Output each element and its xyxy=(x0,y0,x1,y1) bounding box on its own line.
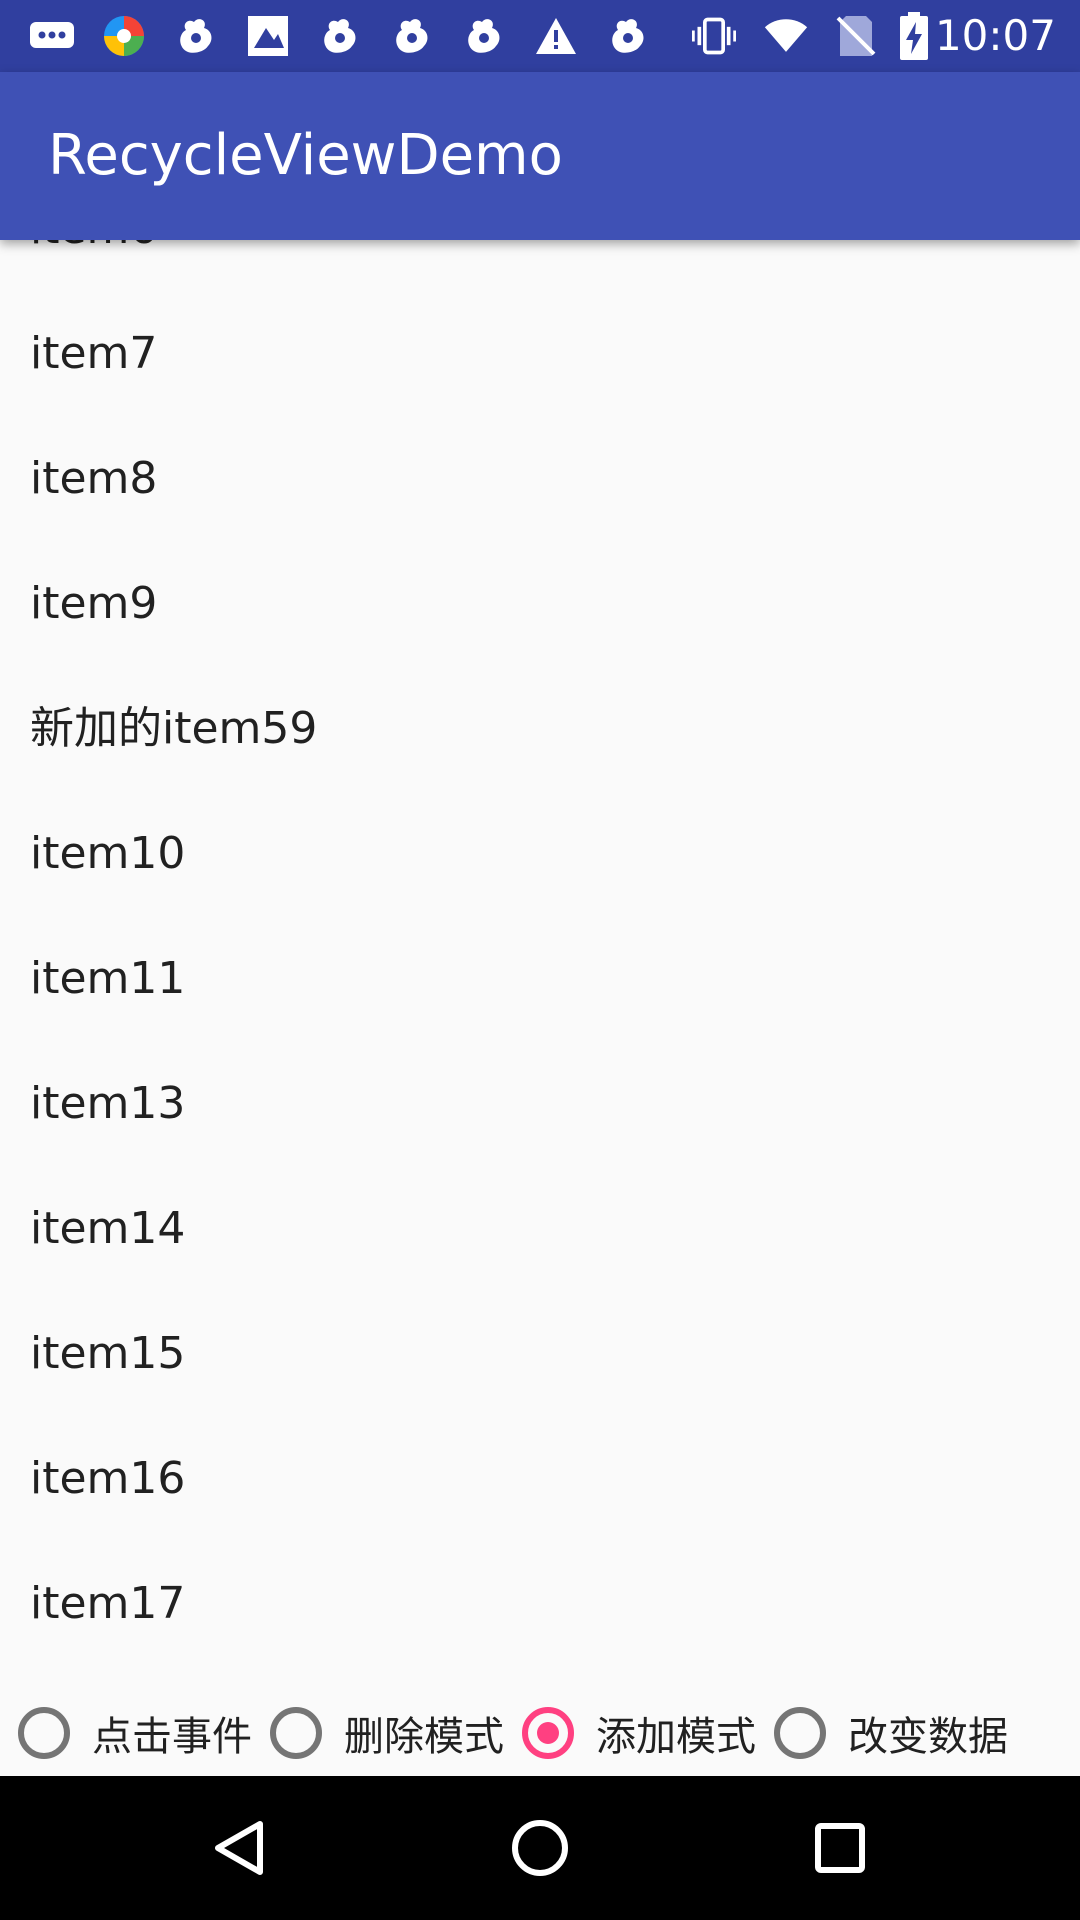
list-item[interactable]: item6 xyxy=(0,240,1080,291)
recycler-view[interactable]: item6 item7 item8 item9 新加的item59 item10… xyxy=(0,240,1080,1690)
warning-icon xyxy=(534,14,578,58)
radio-label: 改变数据 xyxy=(848,1714,1008,1760)
home-button[interactable] xyxy=(468,1776,612,1920)
colorful-app-icon xyxy=(102,14,146,58)
vibrate-icon xyxy=(692,14,736,58)
wifi-icon xyxy=(764,14,808,58)
list-item[interactable]: item14 xyxy=(0,1166,1080,1291)
home-icon xyxy=(512,1820,568,1876)
list-item[interactable]: item10 xyxy=(0,791,1080,916)
radio-button-icon[interactable] xyxy=(774,1707,826,1759)
squirrel-app-icon xyxy=(174,14,218,58)
app-title: RecycleViewDemo xyxy=(48,123,563,188)
list-item[interactable]: 新加的item59 xyxy=(0,666,1080,791)
radio-label: 点击事件 xyxy=(92,1714,252,1760)
navigation-bar xyxy=(0,1776,1080,1920)
radio-add-mode[interactable]: 添加模式 xyxy=(504,1690,756,1776)
squirrel-app-icon xyxy=(390,14,434,58)
back-button[interactable] xyxy=(168,1776,312,1920)
item-list: item6 item7 item8 item9 新加的item59 item10… xyxy=(0,240,1080,1666)
radio-button-checked-icon[interactable] xyxy=(522,1707,574,1759)
image-app-icon xyxy=(246,14,290,58)
recents-icon xyxy=(815,1823,865,1873)
battery-charging-icon xyxy=(892,12,936,60)
screen: 10:07 RecycleViewDemo item6 item7 item8 … xyxy=(0,0,1080,1920)
squirrel-app-icon xyxy=(606,14,650,58)
list-item[interactable]: item8 xyxy=(0,416,1080,541)
status-bar: 10:07 xyxy=(0,0,1080,72)
radio-label: 删除模式 xyxy=(344,1714,504,1760)
list-item[interactable]: item13 xyxy=(0,1041,1080,1166)
list-item[interactable]: item17 xyxy=(0,1541,1080,1666)
no-sim-icon xyxy=(834,14,878,58)
squirrel-app-icon xyxy=(462,14,506,58)
list-item[interactable]: item16 xyxy=(0,1416,1080,1541)
radio-label: 添加模式 xyxy=(596,1714,756,1760)
radio-button-icon[interactable] xyxy=(270,1707,322,1759)
recents-button[interactable] xyxy=(768,1776,912,1920)
chat-bubble-icon xyxy=(30,14,74,58)
radio-click-event[interactable]: 点击事件 xyxy=(0,1690,252,1776)
app-bar: RecycleViewDemo xyxy=(0,72,1080,240)
clock: 10:07 xyxy=(934,11,1056,60)
back-icon xyxy=(215,1821,263,1875)
squirrel-app-icon xyxy=(318,14,362,58)
list-item[interactable]: item7 xyxy=(0,291,1080,416)
radio-change-data[interactable]: 改变数据 xyxy=(756,1690,1008,1776)
radio-button-icon[interactable] xyxy=(18,1707,70,1759)
mode-radio-group: 点击事件 删除模式 添加模式 改变数据 xyxy=(0,1690,1080,1776)
list-item[interactable]: item9 xyxy=(0,541,1080,666)
list-item[interactable]: item11 xyxy=(0,916,1080,1041)
radio-delete-mode[interactable]: 删除模式 xyxy=(252,1690,504,1776)
list-item[interactable]: item15 xyxy=(0,1291,1080,1416)
